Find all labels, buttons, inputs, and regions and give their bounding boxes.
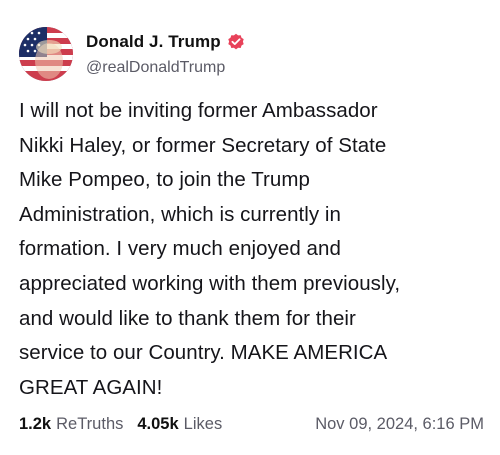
post-footer: 1.2k ReTruths 4.05k Likes Nov 09, 2024, … bbox=[19, 413, 484, 435]
author-avatar[interactable] bbox=[19, 27, 73, 81]
likes-label: Likes bbox=[183, 414, 223, 433]
retruths-label: ReTruths bbox=[56, 414, 124, 433]
retruths-count: 1.2k bbox=[19, 414, 52, 433]
post-timestamp[interactable]: Nov 09, 2024, 6:16 PM bbox=[315, 415, 484, 434]
author-display-name[interactable]: Donald J. Trump bbox=[86, 32, 221, 52]
verified-check-icon bbox=[227, 33, 245, 51]
author-info: Donald J. Trump @realDonaldTrump bbox=[86, 32, 245, 77]
avatar-flag-portrait bbox=[19, 27, 73, 81]
likes-count: 4.05k bbox=[137, 414, 179, 433]
retruths-stat[interactable]: 1.2k ReTruths bbox=[19, 415, 123, 434]
post-header: Donald J. Trump @realDonaldTrump bbox=[19, 22, 479, 84]
author-handle[interactable]: @realDonaldTrump bbox=[86, 59, 245, 77]
post-body-text: I will not be inviting former Ambassador… bbox=[19, 99, 401, 399]
likes-stat[interactable]: 4.05k Likes bbox=[137, 415, 222, 434]
